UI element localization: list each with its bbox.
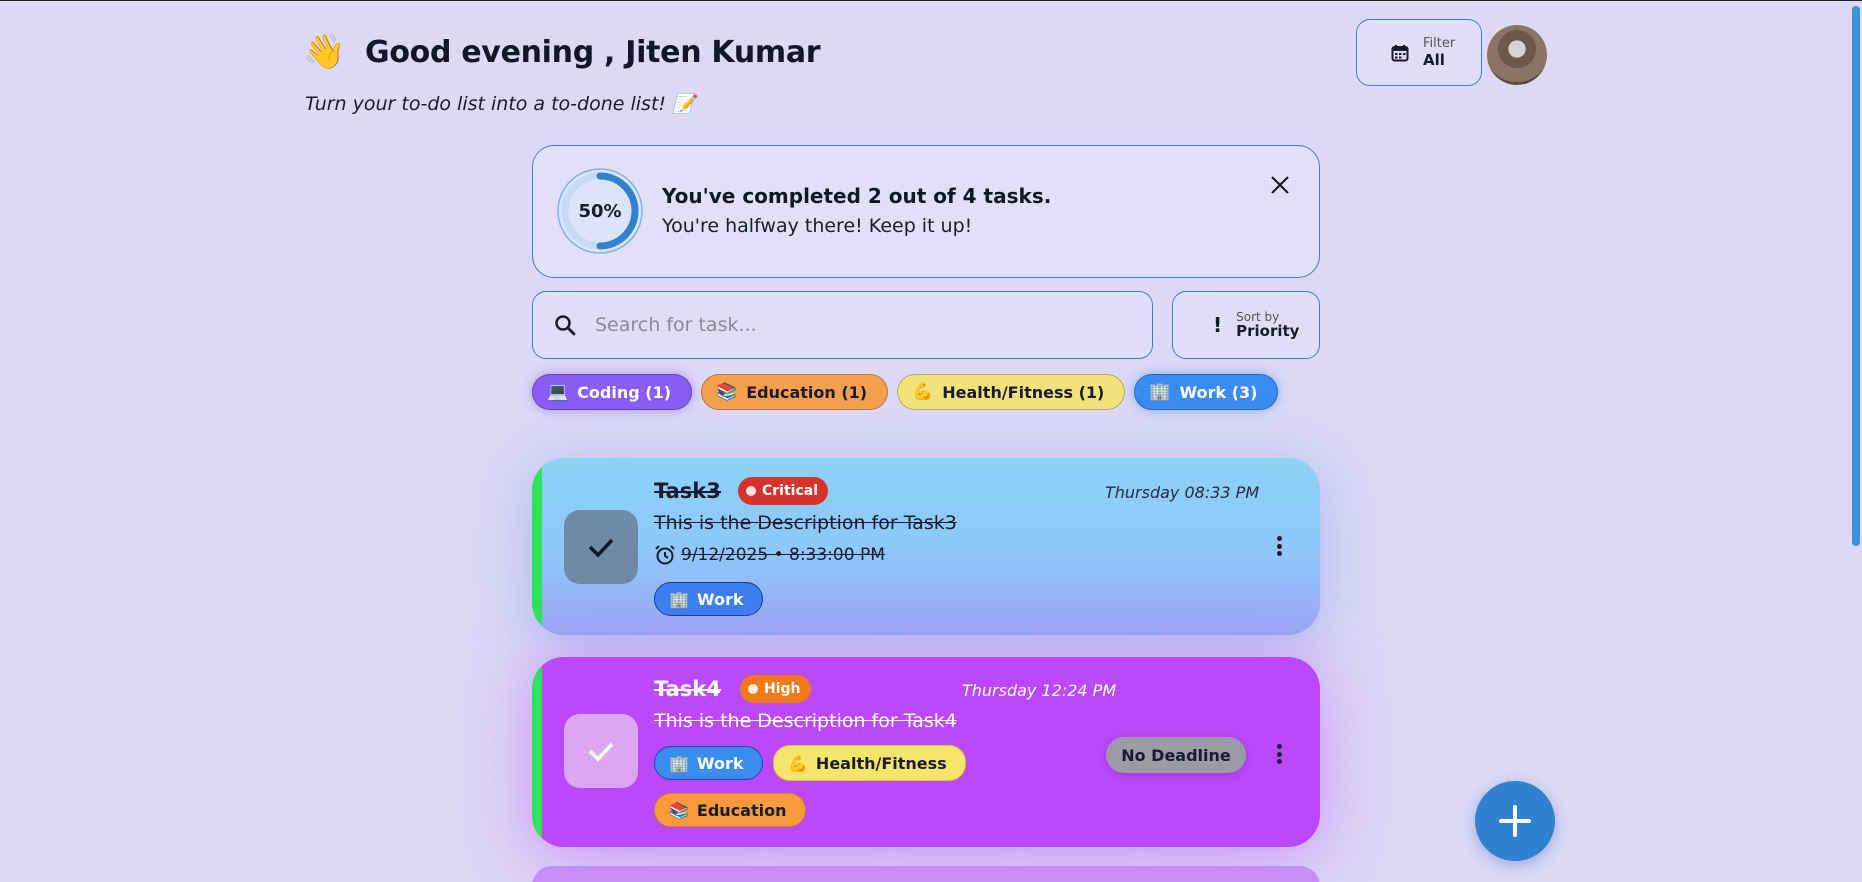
task-tag-health-fitness: 💪 Health/Fitness <box>773 745 966 781</box>
greeting-title: Good evening , Jiten Kumar <box>365 34 821 70</box>
sort-text: Sort by Priority <box>1236 311 1299 339</box>
filter-button[interactable]: Filter All <box>1356 19 1482 86</box>
close-icon[interactable] <box>1269 174 1291 196</box>
priority-exclamation-icon: ! <box>1213 313 1223 337</box>
priority-badge: Critical <box>738 477 829 505</box>
sort-value: Priority <box>1236 322 1300 340</box>
tag-label: Health/Fitness <box>815 753 947 773</box>
office-building-icon: 🏢 <box>1149 382 1171 402</box>
tag-label: Work <box>696 589 744 609</box>
task-status-bar <box>532 458 542 635</box>
priority-badge: High <box>740 675 811 703</box>
filter-label: Filter <box>1423 36 1456 51</box>
chip-label: Work (3) <box>1179 382 1258 402</box>
chip-label: Health/Fitness (1) <box>942 382 1105 402</box>
filter-value: All <box>1423 51 1445 69</box>
chip-label: Coding (1) <box>577 382 672 402</box>
task-tag-work: 🏢 Work <box>654 746 763 780</box>
task-card[interactable]: Task4 High Thursday 12:24 PM This is the… <box>532 657 1320 847</box>
wave-emoji: 👋 <box>303 32 346 72</box>
progress-card: 50% You've completed 2 out of 4 tasks. Y… <box>532 145 1320 278</box>
sort-button[interactable]: ! Sort by Priority <box>1172 291 1320 359</box>
calendar-icon <box>1391 44 1409 61</box>
scrollbar[interactable] <box>1852 6 1860 546</box>
tag-label: Work <box>696 753 744 773</box>
task-deadline: 9/12/2025 • 8:33:00 PM <box>654 544 885 566</box>
category-chips: 💻 Coding (1) 📚 Education (1) 💪 Health/Fi… <box>532 374 1279 410</box>
deadline-text: 9/12/2025 • 8:33:00 PM <box>681 545 885 565</box>
alarm-clock-icon <box>655 545 675 565</box>
task-title: Task3 <box>654 479 721 503</box>
progress-percent: 50% <box>578 200 622 222</box>
laptop-icon: 💻 <box>547 382 569 402</box>
priority-dot-icon <box>748 684 758 694</box>
filter-text: Filter All <box>1423 36 1455 69</box>
plus-icon <box>1499 805 1531 837</box>
books-icon: 📚 <box>669 800 689 820</box>
search-box[interactable] <box>532 291 1153 359</box>
task-description: This is the Description for Task4 <box>654 710 957 732</box>
flexed-bicep-icon: 💪 <box>912 382 934 402</box>
task-checkbox[interactable] <box>564 510 638 584</box>
chip-label: Education (1) <box>746 382 868 402</box>
task-card[interactable]: Task3 Critical Thursday 08:33 PM This is… <box>532 458 1320 635</box>
task-created-time: Thursday 08:33 PM <box>1105 483 1260 502</box>
priority-label: High <box>764 681 801 697</box>
window-top-border <box>0 0 1862 1</box>
tag-label: Education <box>696 800 787 820</box>
flexed-bicep-icon: 💪 <box>788 753 808 773</box>
search-input[interactable] <box>595 314 1115 336</box>
chip-health-fitness[interactable]: 💪 Health/Fitness (1) <box>897 374 1126 410</box>
avatar[interactable] <box>1487 25 1547 85</box>
add-task-button[interactable] <box>1475 781 1555 861</box>
office-building-icon: 🏢 <box>669 753 689 773</box>
search-icon <box>555 315 576 336</box>
chip-coding[interactable]: 💻 Coding (1) <box>532 374 693 410</box>
task-description: This is the Description for Task3 <box>654 512 957 534</box>
progress-message: You're halfway there! Keep it up! <box>662 215 973 237</box>
chip-work[interactable]: 🏢 Work (3) <box>1134 374 1279 410</box>
chip-education[interactable]: 📚 Education (1) <box>701 374 889 410</box>
no-deadline-badge: No Deadline <box>1106 737 1246 773</box>
task-created-time: Thursday 12:24 PM <box>962 681 1117 700</box>
task-status-bar <box>532 657 542 847</box>
more-options-icon[interactable] <box>1269 534 1289 558</box>
task-tag-education: 📚 Education <box>654 793 806 827</box>
task-title: Task4 <box>654 677 721 701</box>
more-options-icon[interactable] <box>1269 742 1289 766</box>
task-tag-work: 🏢 Work <box>654 582 763 616</box>
greeting-row: 👋 Good evening , Jiten Kumar <box>303 32 821 72</box>
progress-title: You've completed 2 out of 4 tasks. <box>662 184 1052 208</box>
priority-label: Critical <box>762 483 819 499</box>
priority-dot-icon <box>746 486 756 496</box>
books-icon: 📚 <box>716 382 738 402</box>
task-card-partial[interactable] <box>532 866 1320 882</box>
checkmark-icon <box>588 538 614 558</box>
checkmark-icon <box>588 742 614 762</box>
task-checkbox[interactable] <box>564 714 638 788</box>
greeting-subtitle: Turn your to-do list into a to-done list… <box>305 93 696 115</box>
office-building-icon: 🏢 <box>669 589 689 609</box>
